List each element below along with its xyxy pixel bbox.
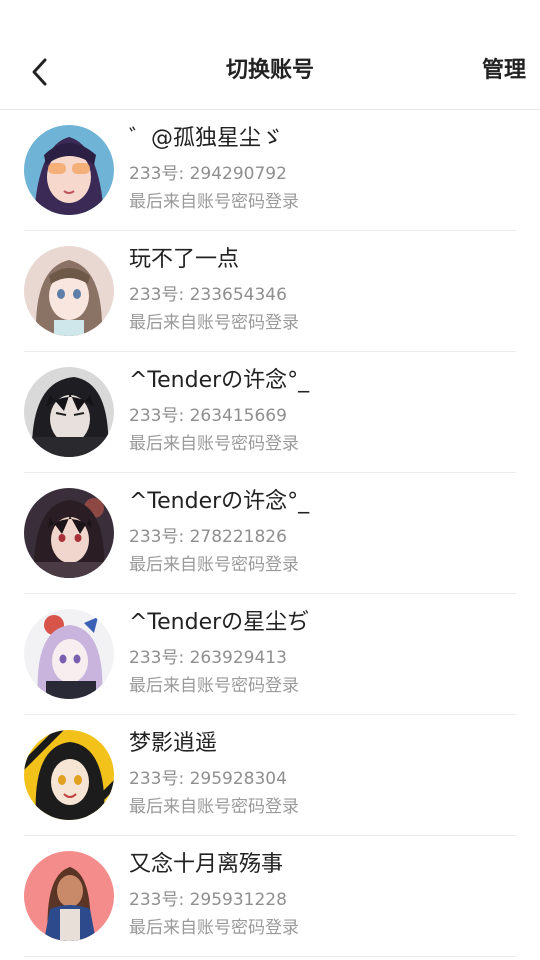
account-item[interactable]: ^Tenderの许念°_ 233号: 278221826 最后来自账号密码登录 (0, 473, 540, 594)
page-title: 切换账号 (225, 58, 314, 83)
account-name: 玩不了一点 (129, 247, 240, 272)
avatar (24, 246, 114, 336)
account-id: 233号: 233654346 (129, 285, 287, 305)
avatar (24, 730, 114, 820)
top-bar: 切换账号 管理 (0, 0, 540, 110)
avatar (24, 488, 114, 578)
login-hint: 最后来自账号密码登录 (129, 192, 299, 212)
account-item[interactable]: ^Tenderの许念°_ 233号: 263415669 最后来自账号密码登录 (0, 352, 540, 473)
avatar (24, 367, 114, 457)
account-id: 233号: 263929413 (129, 648, 287, 668)
account-id: 233号: 294290792 (129, 164, 287, 184)
avatar (24, 125, 114, 215)
account-name: ^Tenderの许念°_ (129, 368, 310, 393)
account-name: ゛@孤独星尘ゞ (129, 126, 284, 151)
account-name: ^Tenderの星尘ぢ (129, 610, 310, 635)
account-id: 233号: 295931228 (129, 890, 287, 910)
login-hint: 最后来自账号密码登录 (129, 918, 299, 938)
account-id: 233号: 278221826 (129, 527, 287, 547)
login-hint: 最后来自账号密码登录 (129, 434, 299, 454)
account-id: 233号: 263415669 (129, 406, 287, 426)
login-hint: 最后来自账号密码登录 (129, 676, 299, 696)
manage-button[interactable]: 管理 (482, 54, 526, 88)
avatar (24, 609, 114, 699)
avatar (24, 851, 114, 941)
account-name: 梦影逍遥 (129, 731, 218, 756)
account-item[interactable]: 玩不了一点 233号: 233654346 最后来自账号密码登录 (0, 231, 540, 352)
account-name: ^Tenderの许念°_ (129, 489, 310, 514)
account-item[interactable]: 又念十月离殇事 233号: 295931228 最后来自账号密码登录 (0, 836, 540, 957)
account-item[interactable]: ^Tenderの星尘ぢ 233号: 263929413 最后来自账号密码登录 (0, 594, 540, 715)
account-name: 又念十月离殇事 (129, 852, 284, 877)
account-item[interactable]: ゛@孤独星尘ゞ 233号: 294290792 最后来自账号密码登录 (0, 110, 540, 231)
login-hint: 最后来自账号密码登录 (129, 797, 299, 817)
account-list: ゛@孤独星尘ゞ 233号: 294290792 最后来自账号密码登录 玩不了一点… (0, 110, 540, 957)
login-hint: 最后来自账号密码登录 (129, 313, 299, 333)
login-hint: 最后来自账号密码登录 (129, 555, 299, 575)
account-item[interactable]: 梦影逍遥 233号: 295928304 最后来自账号密码登录 (0, 715, 540, 836)
account-id: 233号: 295928304 (129, 769, 287, 789)
divider (24, 956, 516, 957)
